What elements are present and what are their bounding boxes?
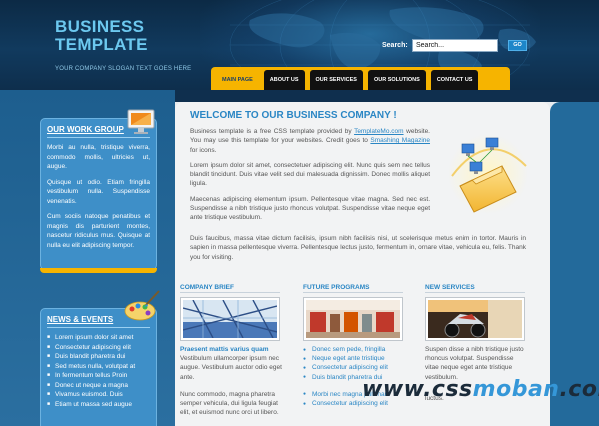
divider xyxy=(180,292,280,293)
news-item[interactable]: Etiam ut massa sed augue xyxy=(47,400,150,410)
news-item[interactable]: Vivamus euismod. Duis xyxy=(47,390,150,400)
divider xyxy=(425,292,525,293)
search-input[interactable] xyxy=(412,39,498,52)
news-item[interactable]: Sed metus nulla, volutpat at xyxy=(47,362,150,372)
news-item[interactable]: Consectetur adipiscing elit xyxy=(47,343,150,353)
nav-our-services[interactable]: OUR SERVICES xyxy=(309,70,363,90)
watermark-pre: www.css xyxy=(362,377,473,402)
work-group-text-3: Cum sociis natoque penatibus et magnis d… xyxy=(47,213,150,249)
company-brief-heading: COMPANY BRIEF xyxy=(180,284,234,291)
box-shelf xyxy=(40,268,157,273)
news-events-box: NEWS & EVENTS Lorem ipsum dolor sit amet… xyxy=(40,308,157,426)
paragraph-3: Maecenas adipiscing elementum ipsum. Pel… xyxy=(190,195,430,222)
paint-palette-icon xyxy=(124,290,160,321)
main-nav: MAIN PAGE ABOUT US OUR SERVICES OUR SOLU… xyxy=(211,67,510,90)
company-brief-paragraph: Nunc commodo, magna pharetra semper vehi… xyxy=(180,390,279,417)
watermark-blue: moban xyxy=(472,377,560,402)
divider xyxy=(47,327,150,328)
nav-our-solutions[interactable]: OUR SOLUTIONS xyxy=(367,70,426,90)
steel-structure-image xyxy=(182,299,278,339)
news-item[interactable]: Lorem ipsum dolor sit amet xyxy=(47,333,150,343)
new-services-image xyxy=(425,297,525,341)
logo-line-2: TEMPLATE xyxy=(55,35,148,54)
intro-text: Business template is a free CSS template… xyxy=(190,127,430,229)
company-brief-image xyxy=(180,297,280,341)
divider xyxy=(303,292,403,293)
work-group-box: OUR WORK GROUP Morbi au nulla, tristique… xyxy=(40,118,157,273)
smashing-magazine-link[interactable]: Smashing Magazine xyxy=(370,137,430,144)
work-group-text-2: Quisque ut odio. Etiam fringilla vestibu… xyxy=(47,178,150,205)
news-item[interactable]: Duis blandit pharetra dui xyxy=(47,352,150,362)
news-item[interactable]: Donec ut neque a magna xyxy=(47,381,150,391)
welcome-heading: WELCOME TO OUR BUSINESS COMPANY ! xyxy=(190,110,397,121)
intro-post: for icons. xyxy=(190,146,217,154)
future-programs-image xyxy=(303,297,403,341)
templatemo-link[interactable]: TemplateMo.com xyxy=(354,128,404,135)
site-slogan: YOUR COMPANY SLOGAN TEXT GOES HERE xyxy=(55,66,192,72)
watermark-text: www.cssmoban.com xyxy=(362,377,599,402)
motorcycle-image xyxy=(428,300,522,338)
search-go-button[interactable]: GO xyxy=(508,40,527,51)
watermark-post: .com xyxy=(559,377,599,402)
future-programs-heading: FUTURE PROGRAMS xyxy=(303,284,370,291)
company-brief-text: Praesent mattis varius quam Vestibulum u… xyxy=(180,345,282,417)
future-program-link[interactable]: Neque eget ante tristique xyxy=(303,354,405,364)
new-services-heading: NEW SERVICES xyxy=(425,284,475,291)
divider xyxy=(47,137,150,138)
work-group-text-1: Morbi au nulla, tristique viverra, commo… xyxy=(47,144,150,170)
site-logo[interactable]: BUSINESS TEMPLATE xyxy=(55,18,215,54)
office-interior-image xyxy=(306,300,400,338)
paragraph-2: Lorem ipsum dolor sit amet, consectetuer… xyxy=(190,161,430,188)
company-brief-paragraph: Vestibulum ullamcorper ipsum nec augue. … xyxy=(180,355,282,381)
network-folder-icon xyxy=(448,134,528,214)
future-program-link[interactable]: Consectetur adipiscing elit xyxy=(303,363,405,373)
news-list: Lorem ipsum dolor sit amet Consectetur a… xyxy=(47,333,150,409)
intro-pre: Business template is a free CSS template… xyxy=(190,128,355,135)
company-brief-subtitle[interactable]: Praesent mattis varius quam xyxy=(180,345,282,354)
intro-paragraph: Business template is a free CSS template… xyxy=(190,127,430,155)
nav-main-page[interactable]: MAIN PAGE xyxy=(216,70,259,90)
future-program-link[interactable]: Donec sem pede, fringilla xyxy=(303,345,405,355)
nav-about-us[interactable]: ABOUT US xyxy=(263,70,305,90)
paragraph-4: Duis faucibus, massa vitae dictum facili… xyxy=(190,235,526,261)
search-label: Search: xyxy=(382,42,408,49)
nav-contact-us[interactable]: CONTACT US xyxy=(430,70,479,90)
news-item[interactable]: In fermentum tellus Proin xyxy=(47,371,150,381)
monitor-icon xyxy=(127,109,155,134)
logo-line-1: BUSINESS xyxy=(55,17,145,36)
